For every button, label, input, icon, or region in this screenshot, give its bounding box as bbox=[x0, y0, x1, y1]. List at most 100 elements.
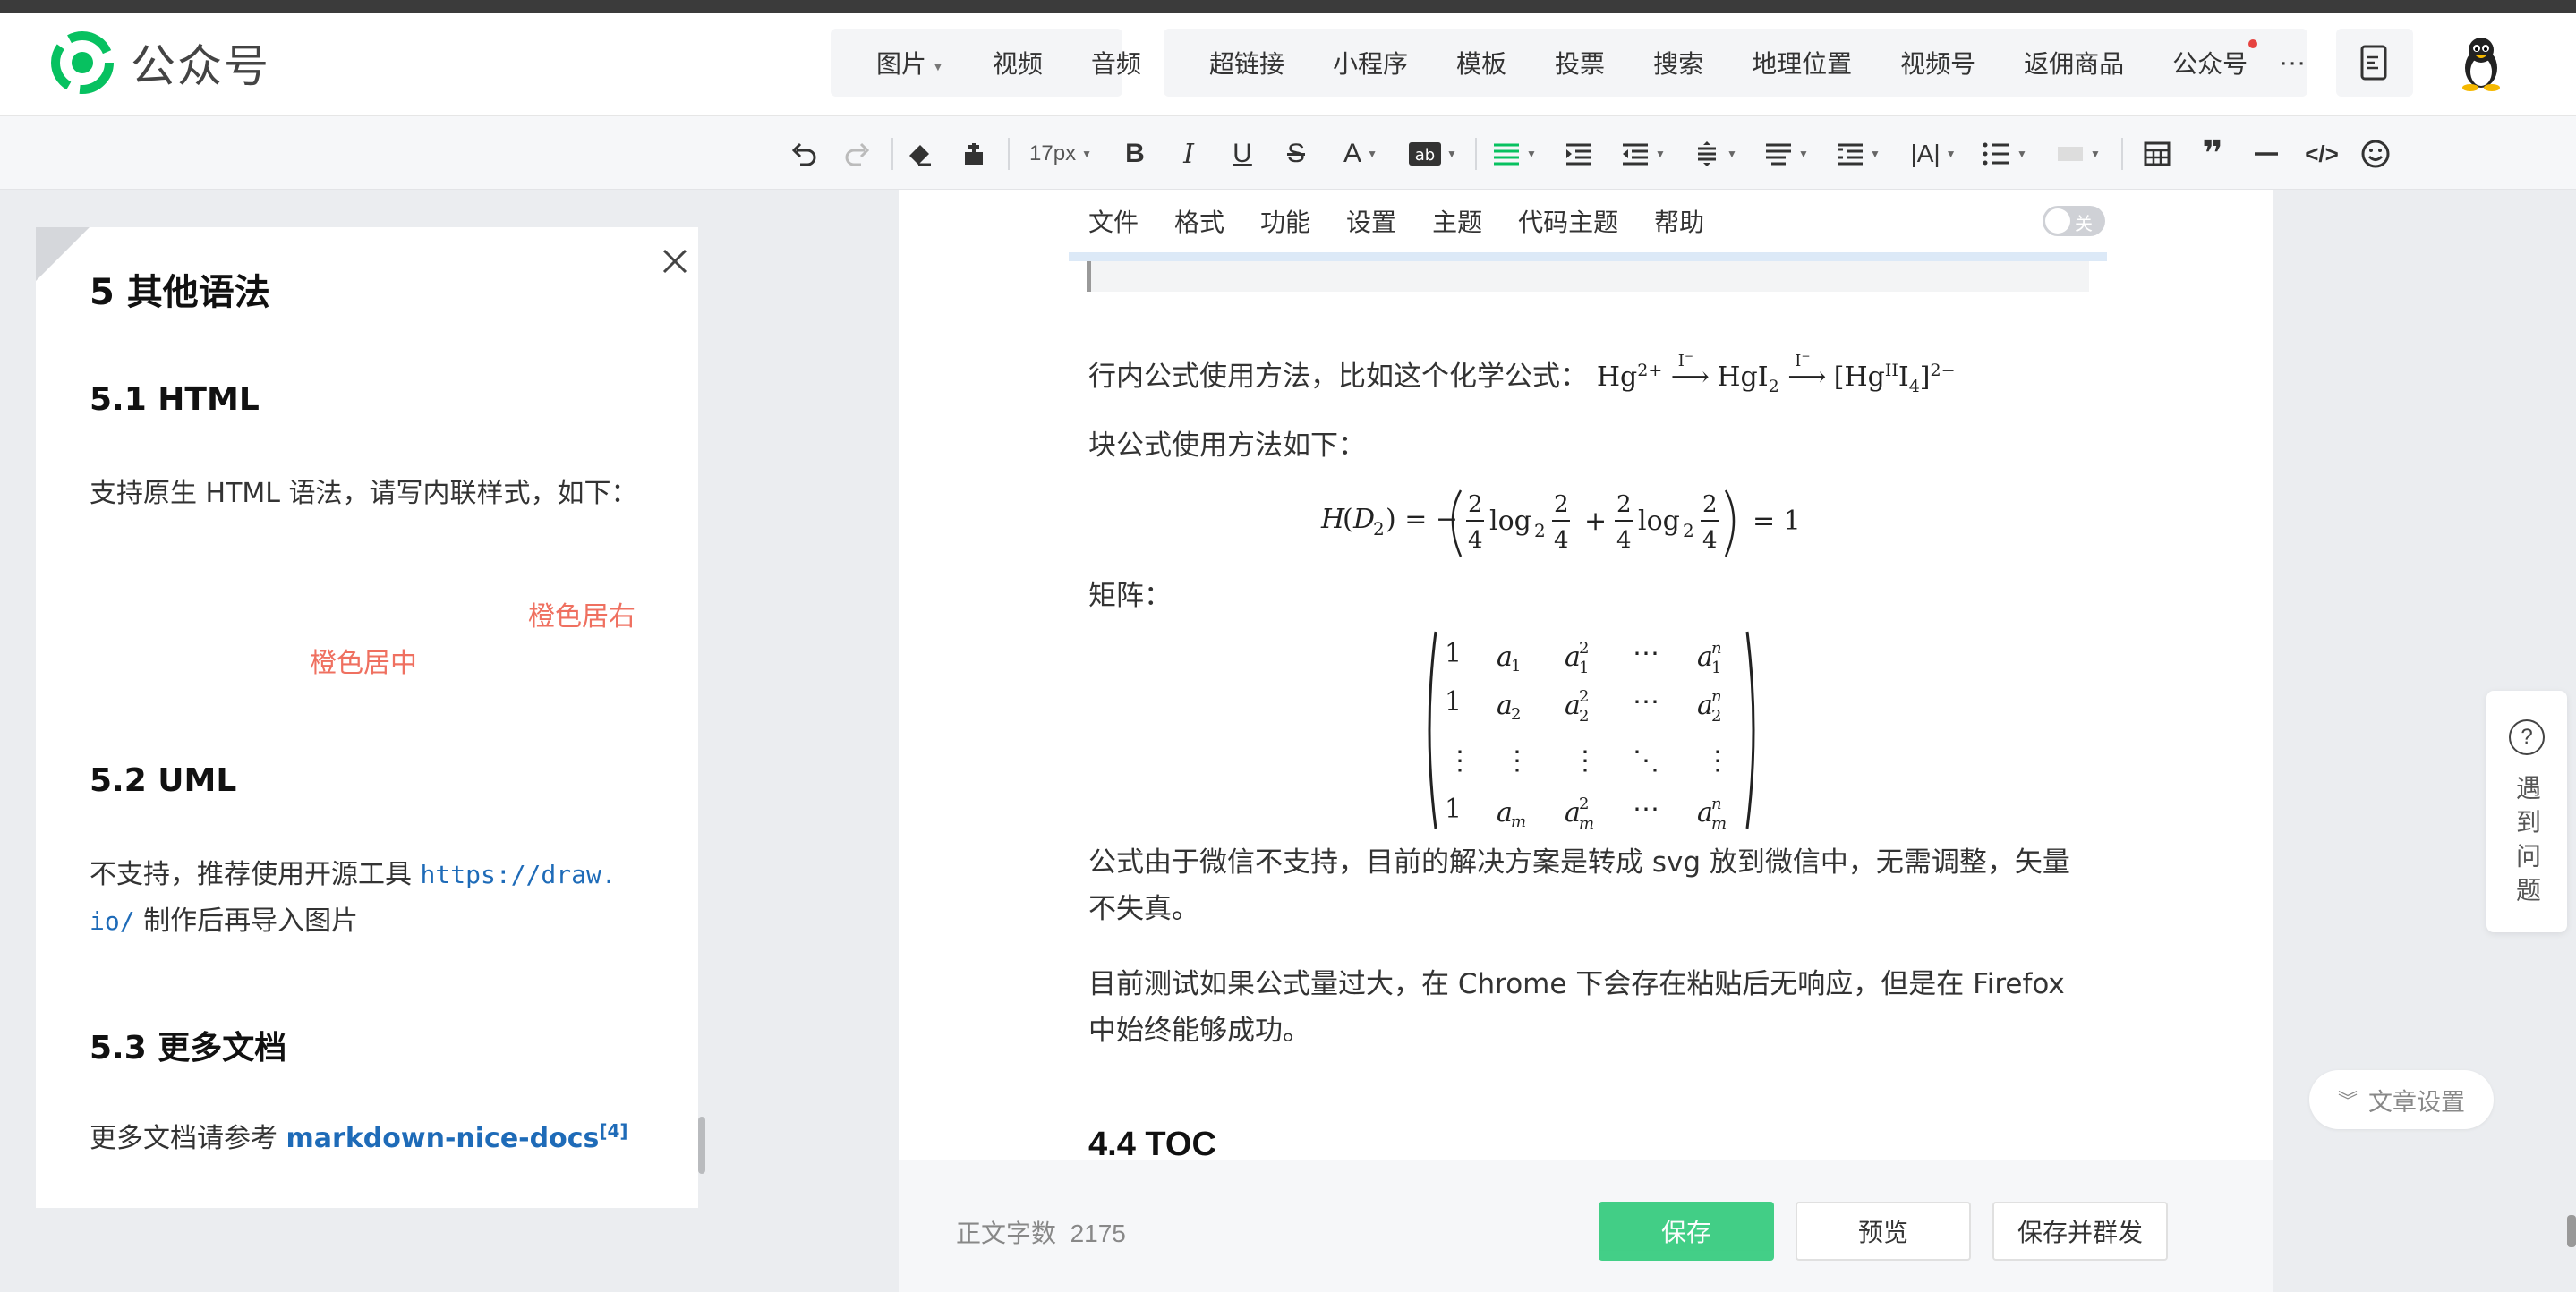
indent-spacing-icon[interactable]: ▼ bbox=[1833, 136, 1883, 172]
footnote-ref[interactable]: [4] bbox=[599, 1120, 627, 1142]
mobile-preview-button[interactable] bbox=[2336, 29, 2413, 97]
format-painter-icon[interactable] bbox=[956, 136, 992, 172]
divider-line-icon[interactable] bbox=[2248, 136, 2284, 172]
svg-text:2: 2 bbox=[1579, 707, 1589, 726]
toggle-switch[interactable]: 关 bbox=[2043, 206, 2105, 236]
chevron-down-icon: ▼ bbox=[1526, 148, 1537, 160]
svg-text:⋯: ⋯ bbox=[1633, 686, 1659, 718]
menu-official-account[interactable]: 公众号 bbox=[2148, 39, 2272, 81]
svg-text:D: D bbox=[1352, 504, 1375, 535]
menu-audio[interactable]: 音频 bbox=[1067, 45, 1165, 81]
eraser-icon[interactable] bbox=[902, 136, 938, 172]
preview-scrollbar[interactable] bbox=[698, 1117, 705, 1174]
double-chevron-down-icon: ︾ bbox=[2337, 1090, 2358, 1112]
font-color-icon[interactable]: A ▼ bbox=[1334, 136, 1387, 172]
svg-text:) = −: ) = − bbox=[1386, 504, 1458, 535]
menu-vote[interactable]: 投票 bbox=[1531, 45, 1629, 81]
preview-heading-html: 5.1 HTML bbox=[90, 381, 260, 418]
chevron-down-icon: ▼ bbox=[1945, 148, 1957, 160]
chevron-down-icon: ▼ bbox=[1446, 148, 1457, 160]
menu-file[interactable]: 文件 bbox=[1088, 203, 1139, 239]
menu-channels[interactable]: 视频号 bbox=[1876, 45, 2000, 81]
preview-button[interactable]: 预览 bbox=[1796, 1202, 1971, 1261]
block-formula-label: 块公式使用方法如下： bbox=[1088, 429, 1366, 462]
chevron-down-icon: ▼ bbox=[1655, 148, 1666, 160]
menu-format[interactable]: 格式 bbox=[1174, 203, 1224, 239]
letter-spacing-icon[interactable]: |A| ▼ bbox=[1906, 136, 1960, 172]
underline-icon[interactable]: U bbox=[1226, 136, 1258, 172]
list-icon[interactable]: ▼ bbox=[1980, 136, 2030, 172]
menu-search[interactable]: 搜索 bbox=[1629, 45, 1727, 81]
svg-text:2: 2 bbox=[1373, 518, 1385, 540]
menu-settings[interactable]: 设置 bbox=[1346, 203, 1396, 239]
menu-miniprogram[interactable]: 小程序 bbox=[1309, 45, 1432, 81]
preview-paragraph-html: 支持原生 HTML 语法，请写内联样式，如下： bbox=[90, 478, 638, 509]
menu-theme[interactable]: 主题 bbox=[1432, 203, 1482, 239]
menu-template[interactable]: 模板 bbox=[1432, 45, 1531, 81]
redo-icon[interactable] bbox=[840, 136, 875, 172]
undo-icon[interactable] bbox=[786, 136, 822, 172]
editor-area[interactable]: 文件 格式 功能 设置 主题 代码主题 帮助 关 行内公式使用方法，比如这个化学… bbox=[899, 190, 2273, 1292]
svg-text:4: 4 bbox=[1616, 527, 1632, 554]
save-and-publish-button[interactable]: 保存并群发 bbox=[1992, 1202, 2168, 1261]
align-icon[interactable]: ▼ bbox=[1489, 136, 1540, 172]
table-icon[interactable] bbox=[2139, 136, 2175, 172]
toolbar-divider bbox=[1475, 138, 1477, 170]
menu-code-theme[interactable]: 代码主题 bbox=[1518, 203, 1618, 239]
article-settings-button[interactable]: ︾ 文章设置 bbox=[2309, 1070, 2494, 1129]
font-size-select[interactable]: 17px ▼ bbox=[1020, 136, 1101, 172]
code-icon[interactable]: </> bbox=[2302, 136, 2341, 172]
italic-icon[interactable]: I bbox=[1173, 136, 1205, 172]
docs-link[interactable]: markdown-nice-docs bbox=[286, 1123, 600, 1154]
chevron-down-icon: ▼ bbox=[1081, 148, 1092, 160]
menu-hyperlink[interactable]: 超链接 bbox=[1185, 45, 1309, 81]
preview-heading-uml: 5.2 UML bbox=[90, 762, 237, 799]
chemical-formula: Hg2+ I− ⟶ HgI2 I− ⟶ [HgIII4]2− bbox=[1596, 350, 1956, 396]
orange-center-text: 橙色居中 bbox=[310, 648, 417, 679]
window-top-strip bbox=[0, 0, 2576, 13]
svg-text:1: 1 bbox=[1711, 659, 1721, 677]
quote-icon[interactable]: ❞ bbox=[2195, 134, 2231, 174]
menu-location[interactable]: 地理位置 bbox=[1727, 45, 1876, 81]
paragraph-spacing-icon[interactable]: ▼ bbox=[1761, 136, 1812, 172]
save-button[interactable]: 保存 bbox=[1599, 1202, 1774, 1261]
menu-function[interactable]: 功能 bbox=[1260, 203, 1310, 239]
more-menu-button[interactable]: ··· bbox=[2272, 47, 2313, 78]
line-height-icon[interactable]: ▼ bbox=[1690, 136, 1740, 172]
menu-video[interactable]: 视频 bbox=[968, 45, 1067, 81]
disabled-format-icon[interactable]: ▼ bbox=[2053, 136, 2103, 172]
help-widget[interactable]: ? 遇到问题 bbox=[2486, 691, 2567, 932]
page-scrollbar[interactable] bbox=[2567, 1215, 2576, 1247]
svg-text:2: 2 bbox=[1511, 705, 1521, 724]
indent-icon[interactable] bbox=[1561, 136, 1597, 172]
preview-heading-1: 5 其他语法 bbox=[90, 272, 270, 313]
toolbar-divider bbox=[1008, 138, 1010, 170]
avatar[interactable] bbox=[2452, 34, 2510, 91]
logo[interactable]: 公众号 bbox=[50, 30, 270, 95]
markdown-preview-panel[interactable]: 5 其他语法 5.1 HTML 支持原生 HTML 语法，请写内联样式，如下： … bbox=[36, 227, 698, 1208]
bold-icon[interactable]: B bbox=[1119, 136, 1151, 172]
strikethrough-icon[interactable]: S bbox=[1280, 136, 1312, 172]
svg-text:2: 2 bbox=[1579, 795, 1589, 813]
close-icon[interactable] bbox=[653, 240, 696, 283]
highlight-color-icon[interactable]: ab ▼ bbox=[1403, 136, 1463, 172]
inline-code-link[interactable]: io/ bbox=[90, 906, 135, 936]
entropy-formula: H ( D 2 ) = − 24 log 2 24 + 24 log 2 24 = … bbox=[1320, 489, 1801, 557]
editor-footer: 正文字数 2175 保存 预览 保存并群发 bbox=[899, 1160, 2273, 1292]
emoji-icon[interactable] bbox=[2356, 136, 2395, 172]
menu-commission-goods[interactable]: 返佣商品 bbox=[2000, 45, 2148, 81]
svg-text:1: 1 bbox=[1445, 686, 1462, 718]
inline-code-link[interactable]: https://draw. bbox=[421, 860, 617, 889]
menu-image[interactable]: 图片 ▼ bbox=[852, 45, 968, 81]
insert-menu-group: 超链接 小程序 模板 投票 搜索 地理位置 视频号 返佣商品 公众号 ··· bbox=[1164, 29, 2307, 97]
format-toolbar: 17px ▼ B I U S A ▼ ab ▼ ▼ ▼ ▼ ▼ ▼ |A| ▼ ▼ ▼ bbox=[0, 116, 2576, 190]
svg-text:log: log bbox=[1638, 506, 1680, 537]
chevron-down-icon: ▼ bbox=[2090, 148, 2101, 160]
matrix-label: 矩阵： bbox=[1088, 580, 1172, 612]
chevron-down-icon: ▼ bbox=[1798, 148, 1809, 160]
outdent-icon[interactable]: ▼ bbox=[1618, 136, 1668, 172]
menu-help[interactable]: 帮助 bbox=[1654, 203, 1704, 239]
svg-text:2: 2 bbox=[1683, 520, 1694, 541]
preview-paragraph-docs: 更多文档请参考 markdown-nice-docs[4] bbox=[90, 1120, 628, 1154]
chevron-down-icon: ▼ bbox=[1870, 148, 1881, 160]
